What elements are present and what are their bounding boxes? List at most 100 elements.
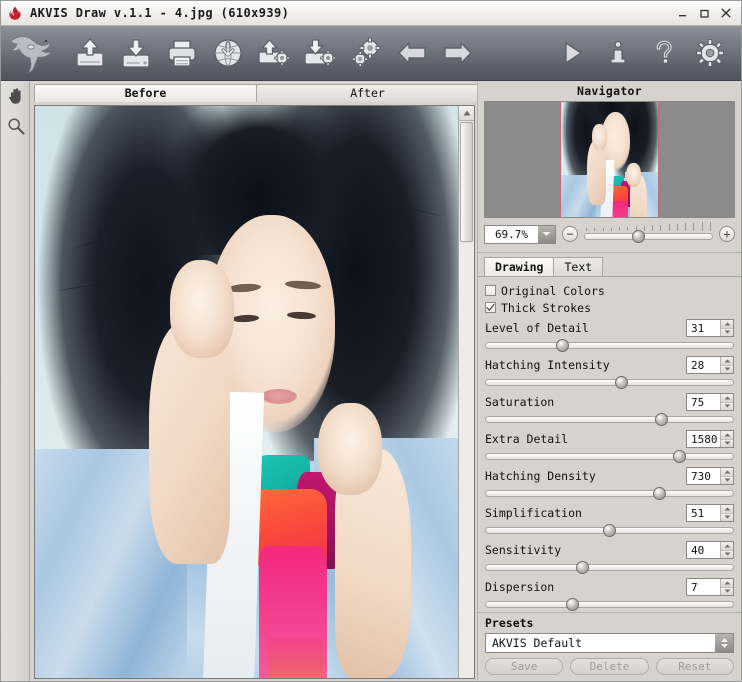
canvas-vertical-scrollbar[interactable] [458,106,474,678]
spinner-up-icon[interactable] [721,542,733,551]
scrollbar-track[interactable] [459,243,474,678]
param-slider[interactable] [485,338,734,353]
param-spinner[interactable]: 51 [686,504,734,522]
param-spinner[interactable]: 31 [686,319,734,337]
save-image-button[interactable] [113,29,159,77]
zoom-level-combo[interactable]: 69.7% [484,224,556,244]
param-slider[interactable] [485,523,734,538]
param-slider[interactable] [485,597,734,612]
checkbox-original-colors[interactable]: Original Colors [485,282,734,299]
reset-preset-button[interactable]: Reset [655,658,734,675]
spinner-down-icon[interactable] [721,439,733,447]
checkbox-box-checked-icon[interactable] [485,302,496,313]
spinner-up-icon[interactable] [721,579,733,588]
help-button[interactable] [641,29,687,77]
slider-thumb[interactable] [603,524,616,537]
close-button[interactable] [716,4,736,22]
spinner-up-icon[interactable] [721,505,733,514]
publish-button[interactable] [205,29,251,77]
slider-thumb[interactable] [672,450,686,463]
zoom-slider-track[interactable] [584,233,713,240]
zoom-slider[interactable] [584,222,713,244]
export-settings-button[interactable] [297,29,343,77]
navigator-thumbnail[interactable]: AKVIS DRAWING by PHOTOGRAPHER [560,102,659,217]
param-value[interactable]: 51 [687,505,720,521]
slider-thumb[interactable] [652,487,666,500]
import-settings-button[interactable] [251,29,297,77]
delete-preset-button[interactable]: Delete [570,658,649,675]
param-spinner[interactable]: 75 [686,393,734,411]
param-value[interactable]: 7 [687,579,720,595]
param-value[interactable]: 31 [687,320,720,336]
param-slider[interactable] [485,486,734,501]
save-preset-button[interactable]: Save [485,658,564,675]
param-slider[interactable] [485,412,734,427]
preferences-gear-icon[interactable] [687,29,733,77]
param-spinner[interactable]: 7 [686,578,734,596]
maximize-button[interactable] [694,4,714,22]
spinner-down-icon[interactable] [721,476,733,484]
slider-thumb[interactable] [575,561,589,574]
print-image-button[interactable] [159,29,205,77]
scrollbar-thumb[interactable] [460,122,473,242]
slider-track[interactable] [485,564,734,571]
slider-thumb[interactable] [615,376,629,389]
batch-processing-button[interactable] [343,29,389,77]
param-spinner[interactable]: 730 [686,467,734,485]
param-value[interactable]: 730 [687,468,720,484]
zoom-in-button[interactable]: + [719,226,735,242]
param-spinner[interactable]: 40 [686,541,734,559]
checkbox-box-unchecked-icon[interactable] [485,285,496,296]
param-spinner[interactable]: 28 [686,356,734,374]
image-canvas[interactable] [35,106,458,678]
zoom-slider-thumb[interactable] [631,230,645,243]
spinner-up-icon[interactable] [721,394,733,403]
preset-updown-icon[interactable] [715,634,733,652]
slider-track[interactable] [485,490,734,497]
about-button[interactable] [595,29,641,77]
spinner-up-icon[interactable] [721,468,733,477]
tab-text[interactable]: Text [553,257,604,276]
slider-track[interactable] [485,342,734,349]
spinner-down-icon[interactable] [721,587,733,595]
spinner-up-icon[interactable] [721,320,733,329]
chevron-down-icon[interactable] [538,225,555,243]
param-slider[interactable] [485,560,734,575]
preset-select[interactable]: AKVIS Default [485,633,734,653]
slider-track[interactable] [485,379,734,386]
scroll-up-arrow-icon[interactable] [459,106,474,121]
param-value[interactable]: 75 [687,394,720,410]
spinner-down-icon[interactable] [721,550,733,558]
slider-track[interactable] [485,601,734,608]
spinner-down-icon[interactable] [721,328,733,336]
slider-track[interactable] [485,453,734,460]
spinner-down-icon[interactable] [721,365,733,373]
spinner-down-icon[interactable] [721,513,733,521]
tab-after[interactable]: After [256,84,479,102]
zoom-tool[interactable] [1,111,30,141]
param-value[interactable]: 40 [687,542,720,558]
spinner-down-icon[interactable] [721,402,733,410]
param-slider[interactable] [485,449,734,464]
param-spinner[interactable]: 1580 [686,430,734,448]
spinner-up-icon[interactable] [721,357,733,366]
slider-thumb[interactable] [565,598,579,611]
run-button[interactable] [549,29,595,77]
zoom-out-button[interactable]: − [562,226,578,242]
undo-button[interactable] [389,29,435,77]
spinner-up-icon[interactable] [721,431,733,440]
hand-tool[interactable] [1,81,30,111]
slider-track[interactable] [485,416,734,423]
param-value[interactable]: 28 [687,357,720,373]
param-value[interactable]: 1580 [687,431,720,447]
checkbox-thick-strokes[interactable]: Thick Strokes [485,299,734,316]
param-slider[interactable] [485,375,734,390]
navigator-preview[interactable]: AKVIS DRAWING by PHOTOGRAPHER [484,101,735,218]
open-image-button[interactable] [67,29,113,77]
slider-thumb[interactable] [555,339,569,352]
minimize-button[interactable] [672,4,692,22]
slider-thumb[interactable] [655,413,669,426]
tab-before[interactable]: Before [34,84,257,102]
redo-button[interactable] [435,29,481,77]
tab-drawing[interactable]: Drawing [484,257,555,276]
